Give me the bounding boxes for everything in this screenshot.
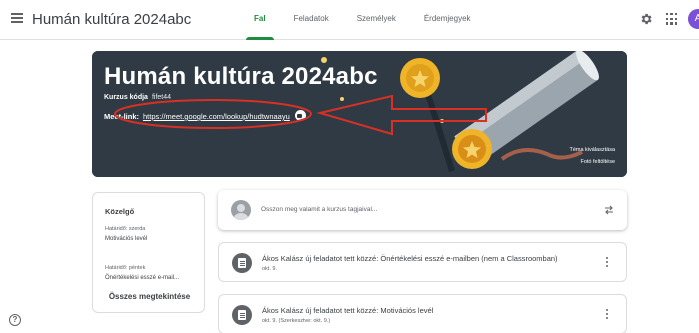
view-all-button[interactable]: Összes megtekintése: [93, 292, 206, 301]
tab-stream[interactable]: Fal: [240, 0, 280, 40]
upcoming-item[interactable]: Motivációs levél: [105, 236, 147, 242]
post-date: okt. 9. (Szerkesztve: okt. 9.): [262, 318, 331, 324]
menu-icon[interactable]: [11, 13, 23, 23]
repost-icon[interactable]: [603, 204, 615, 216]
more-options-icon[interactable]: [606, 309, 610, 321]
course-banner: Humán kultúra 2024abc Kurzus kódja fifet4…: [92, 51, 627, 177]
avatar[interactable]: A: [688, 9, 699, 29]
upcoming-title: Közelgő: [105, 207, 135, 216]
gear-icon[interactable]: [639, 12, 653, 26]
tab-classwork[interactable]: Feladatok: [280, 0, 343, 40]
red-annotation: [114, 94, 487, 136]
tab-people[interactable]: Személyek: [343, 0, 410, 40]
assignment-icon: [232, 305, 252, 325]
announcement-placeholder[interactable]: Osszon meg valamit a kurzus tagjaival...: [261, 206, 377, 213]
post-date: okt. 9.: [262, 266, 277, 272]
upcoming-due: Határidő: péntek: [105, 265, 146, 271]
more-options-icon[interactable]: [606, 257, 610, 269]
tab-bar: Fal Feladatok Személyek Érdemjegyek: [240, 0, 485, 40]
help-icon[interactable]: ?: [9, 314, 21, 326]
user-avatar: [231, 200, 251, 220]
top-bar: Humán kultúra 2024abc Fal Feladatok Szem…: [0, 0, 699, 40]
stream-post[interactable]: Ákos Kalász új feladatot tett közzé: Mot…: [218, 294, 627, 333]
upcoming-item[interactable]: Önértékelési esszé e-mail...: [105, 275, 179, 281]
upcoming-due: Határidő: szerda: [105, 226, 146, 232]
apps-icon[interactable]: [666, 13, 678, 25]
upcoming-card: Közelgő Határidő: szerda Motivációs levé…: [92, 192, 205, 313]
course-name[interactable]: Humán kultúra 2024abc: [32, 11, 191, 28]
post-title[interactable]: Ákos Kalász új feladatot tett közzé: Mot…: [262, 306, 433, 315]
announcement-box[interactable]: Osszon meg valamit a kurzus tagjaival...: [218, 190, 627, 230]
post-title[interactable]: Ákos Kalász új feladatot tett közzé: Öné…: [262, 254, 558, 263]
stream-post[interactable]: Ákos Kalász új feladatot tett közzé: Öné…: [218, 242, 627, 282]
tab-grades[interactable]: Érdemjegyek: [410, 0, 485, 40]
assignment-icon: [232, 253, 252, 273]
